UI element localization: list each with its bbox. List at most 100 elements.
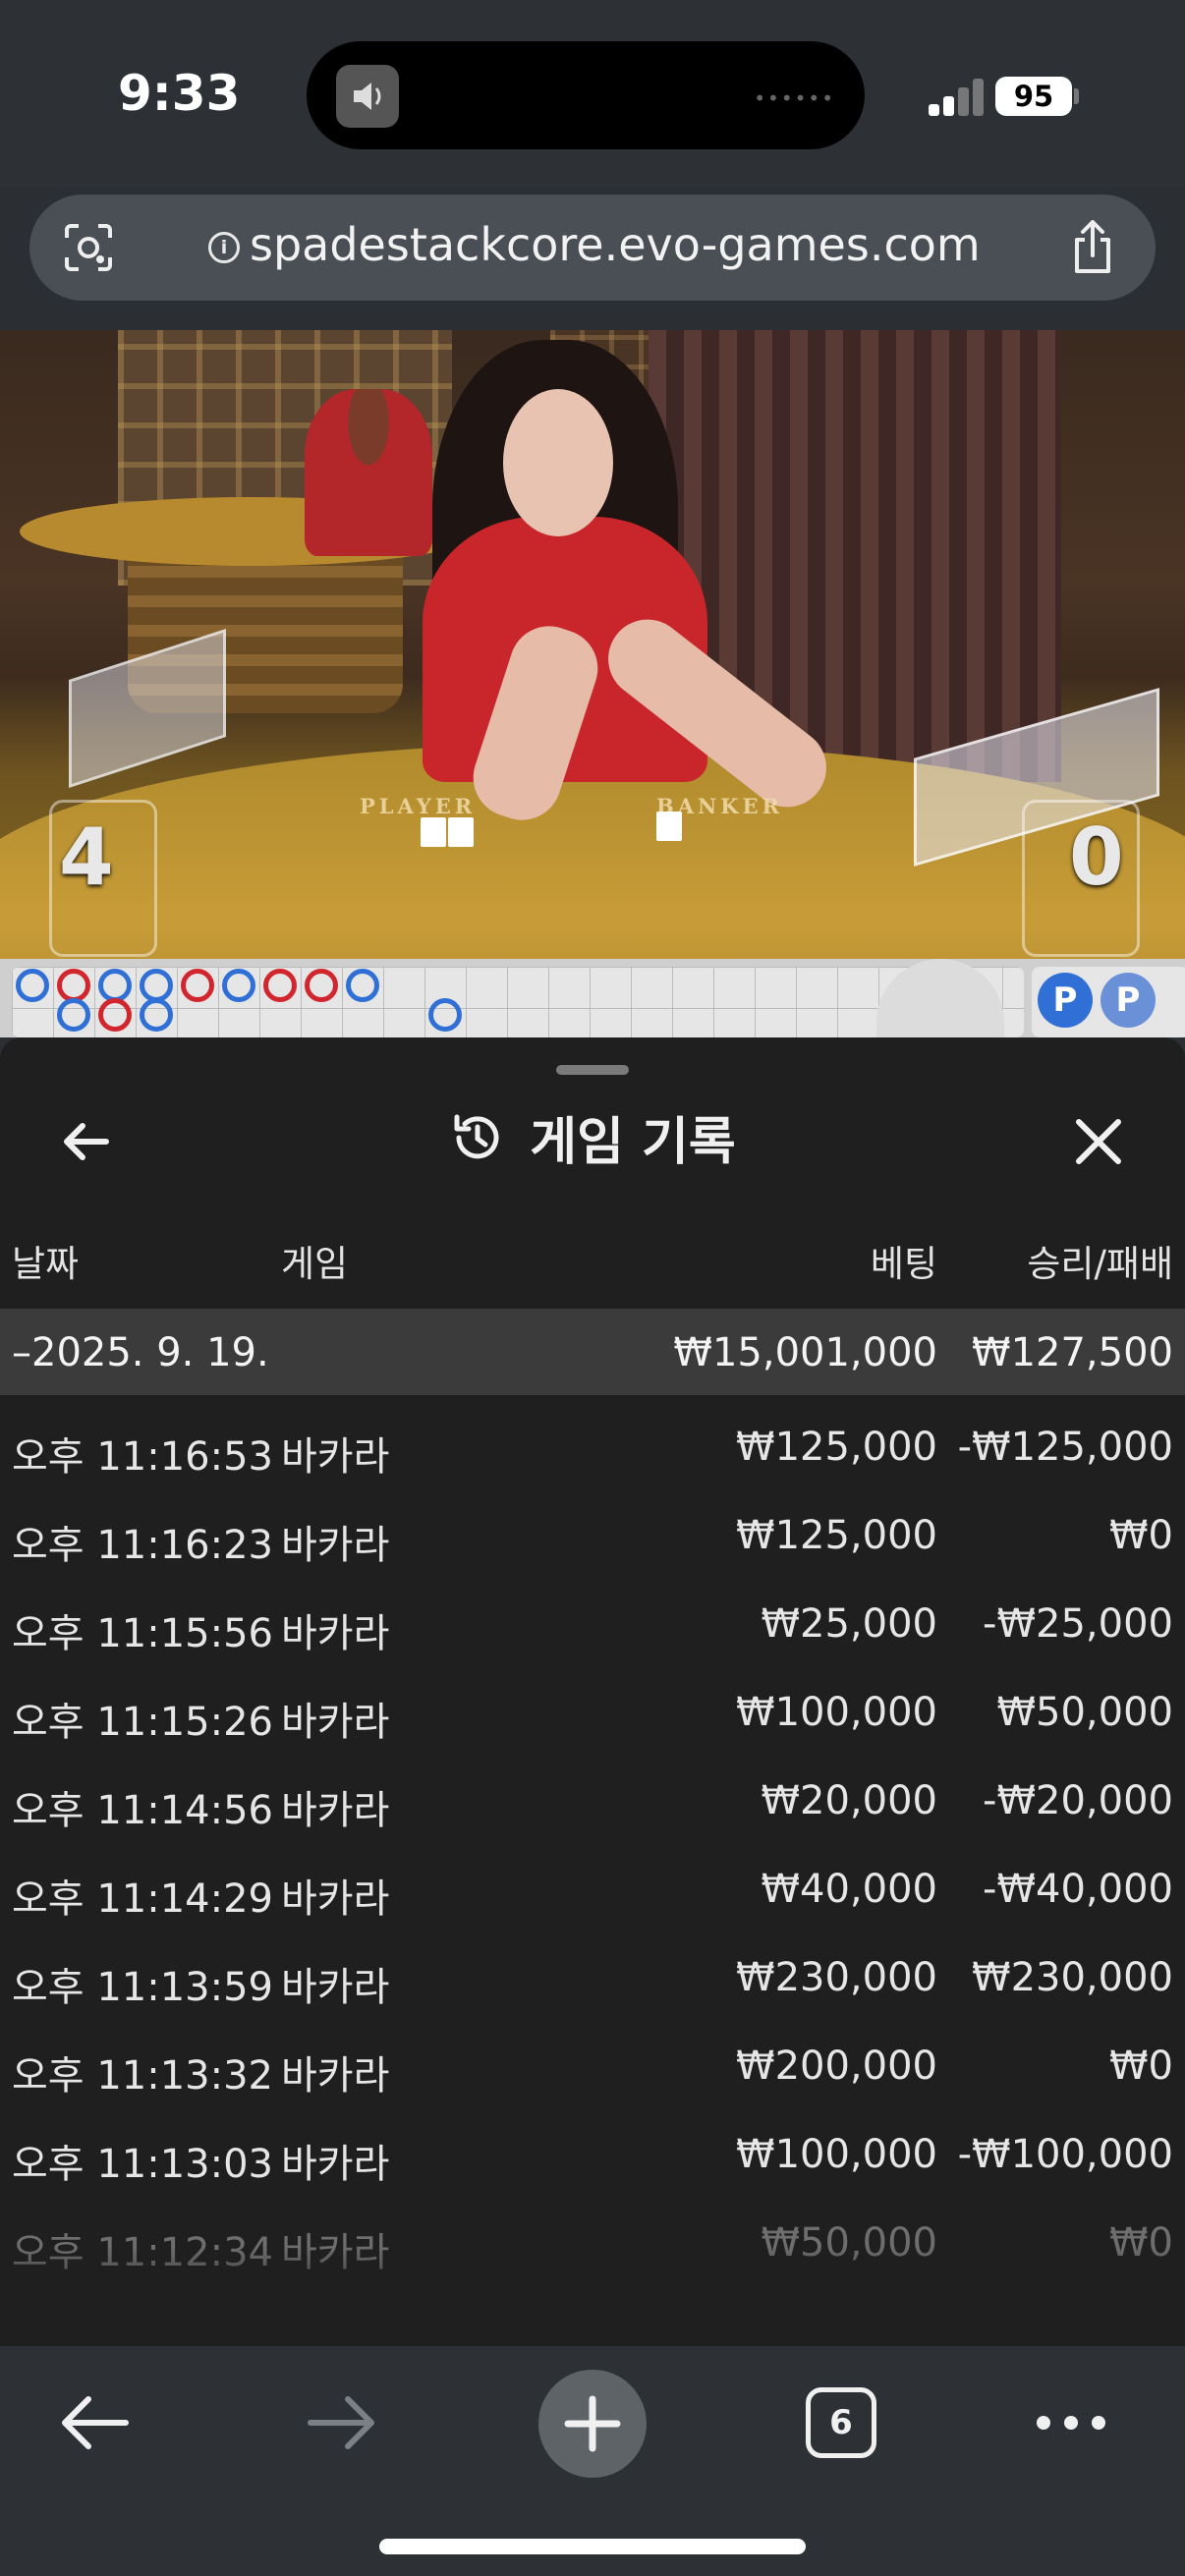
history-row[interactable]: 오후 11:15:56 바카라 ₩25,000 -₩25,000	[0, 1572, 1185, 1660]
more-icon[interactable]	[1032, 2411, 1110, 2435]
url-text[interactable]: spadestackcore.evo-games.com	[250, 218, 981, 271]
history-list: 오후 11:16:53 바카라 ₩125,000 -₩125,000 오후 11…	[0, 1395, 1185, 2279]
row-bet: ₩100,000	[736, 2132, 937, 2177]
row-time: 오후 11:16:53	[12, 1434, 273, 1480]
player-predict-badge[interactable]: P	[1100, 973, 1156, 1028]
background-dealer	[305, 389, 432, 556]
row-game: 바카라	[281, 1788, 390, 1833]
player-bead	[346, 969, 379, 1002]
column-header-game: 게임	[281, 1243, 349, 1285]
history-row[interactable]: 오후 11:13:03 바카라 ₩100,000 -₩100,000	[0, 2102, 1185, 2191]
day-summary-row[interactable]: –2025. 9. 19. ₩15,001,000 ₩127,500	[0, 1309, 1185, 1395]
player-score: 4	[59, 812, 114, 903]
history-icon	[454, 1114, 499, 1158]
dynamic-island: ••••••	[307, 41, 865, 149]
row-game: 바카라	[281, 1700, 390, 1745]
column-header-win-loss: 승리/패배	[1027, 1243, 1173, 1285]
live-video[interactable]: PLAYER BANKER 4 0	[0, 330, 1185, 959]
column-header-date: 날짜	[12, 1243, 80, 1285]
banker-bead	[181, 969, 214, 1002]
row-bet: ₩200,000	[736, 2044, 937, 2089]
arrow-right-icon[interactable]	[305, 2391, 379, 2454]
row-result: -₩40,000	[983, 1867, 1173, 1912]
row-bet: ₩100,000	[736, 1690, 937, 1735]
player-bead	[222, 969, 255, 1002]
row-result: -₩125,000	[957, 1425, 1173, 1470]
tab-switcher-button[interactable]: 6	[806, 2387, 876, 2458]
signal-icon	[929, 77, 986, 116]
row-time: 오후 11:15:56	[12, 1611, 273, 1656]
new-tab-button[interactable]	[538, 2370, 647, 2478]
history-row[interactable]: 오후 11:16:53 바카라 ₩125,000 -₩125,000	[0, 1395, 1185, 1484]
history-row[interactable]: 오후 11:16:23 바카라 ₩125,000 ₩0	[0, 1484, 1185, 1572]
banker-card	[656, 812, 682, 841]
history-row[interactable]: 오후 11:13:59 바카라 ₩230,000 ₩230,000	[0, 1926, 1185, 2014]
history-row[interactable]: 오후 11:14:56 바카라 ₩20,000 -₩20,000	[0, 1749, 1185, 1837]
camera-search-icon[interactable]	[61, 220, 116, 275]
player-bead	[57, 998, 90, 1032]
close-icon[interactable]	[1067, 1110, 1130, 1173]
dealer-face	[503, 389, 613, 536]
row-game: 바카라	[281, 2053, 390, 2099]
column-header-bet: 베팅	[870, 1243, 937, 1285]
player-felt-label: PLAYER	[360, 794, 477, 818]
arrow-left-icon[interactable]	[57, 2391, 132, 2454]
player-bead	[428, 998, 462, 1032]
speaker-icon	[336, 65, 399, 128]
list-fade	[0, 2246, 1185, 2346]
banker-bead	[263, 969, 297, 1002]
status-time: 9:33	[118, 65, 241, 122]
row-time: 오후 11:16:23	[12, 1523, 273, 1568]
row-bet: ₩25,000	[761, 1601, 937, 1647]
battery-tip	[1074, 88, 1079, 104]
url-bar[interactable]: i spadestackcore.evo-games.com	[29, 195, 1156, 301]
player-bead	[16, 969, 49, 1002]
row-game: 바카라	[281, 1876, 390, 1922]
row-time: 오후 11:13:03	[12, 2142, 273, 2187]
home-indicator[interactable]	[379, 2539, 806, 2554]
history-row[interactable]: 오후 11:14:29 바카라 ₩40,000 -₩40,000	[0, 1837, 1185, 1926]
row-result: -₩100,000	[957, 2132, 1173, 2177]
row-result: ₩230,000	[972, 1955, 1173, 2000]
row-result: ₩0	[1109, 1513, 1173, 1558]
player-bead	[140, 969, 173, 1002]
game-history-panel: 게임 기록 날짜 게임 베팅 승리/패배 –2025. 9. 19. ₩15,0…	[0, 1037, 1185, 2346]
row-bet: ₩20,000	[761, 1778, 937, 1823]
row-time: 오후 11:13:59	[12, 1965, 273, 2010]
day-bet-total: ₩15,001,000	[673, 1330, 937, 1375]
player-card	[421, 817, 446, 847]
player-bead	[140, 998, 173, 1032]
banker-bead	[305, 969, 338, 1002]
player-predict-badge[interactable]: P	[1038, 973, 1093, 1028]
share-icon[interactable]	[1065, 218, 1120, 277]
player-card	[448, 817, 474, 847]
row-bet: ₩125,000	[736, 1425, 937, 1470]
row-game: 바카라	[281, 1434, 390, 1480]
status-bar: 9:33 •••••• 95 i spadestackcore.evo-game…	[0, 0, 1185, 301]
row-game: 바카라	[281, 1523, 390, 1568]
scoreboard-road[interactable]: P P	[0, 959, 1185, 1037]
history-row[interactable]: 오후 11:15:26 바카라 ₩100,000 ₩50,000	[0, 1660, 1185, 1749]
row-game: 바카라	[281, 1611, 390, 1656]
row-bet: ₩40,000	[761, 1867, 937, 1912]
history-row[interactable]: 오후 11:13:32 바카라 ₩200,000 ₩0	[0, 2014, 1185, 2102]
row-bet: ₩230,000	[736, 1955, 937, 2000]
panel-title: 게임 기록	[530, 1113, 736, 1172]
plus-icon	[564, 2395, 621, 2452]
battery-icon: 95	[995, 77, 1072, 116]
row-time: 오후 11:13:32	[12, 2053, 273, 2099]
day-win-loss-total: ₩127,500	[972, 1330, 1173, 1375]
panel-header: 게임 기록	[0, 1100, 1185, 1179]
player-bead	[98, 969, 132, 1002]
row-time: 오후 11:15:26	[12, 1700, 273, 1745]
sheet-grabber[interactable]	[556, 1065, 629, 1075]
day-date: –2025. 9. 19.	[12, 1330, 269, 1375]
row-result: -₩20,000	[983, 1778, 1173, 1823]
banker-bead	[57, 969, 90, 1002]
row-time: 오후 11:14:29	[12, 1876, 273, 1922]
info-icon[interactable]: i	[208, 232, 240, 263]
row-game: 바카라	[281, 2142, 390, 2187]
row-game: 바카라	[281, 1965, 390, 2010]
row-result: ₩0	[1109, 2044, 1173, 2089]
row-bet: ₩125,000	[736, 1513, 937, 1558]
